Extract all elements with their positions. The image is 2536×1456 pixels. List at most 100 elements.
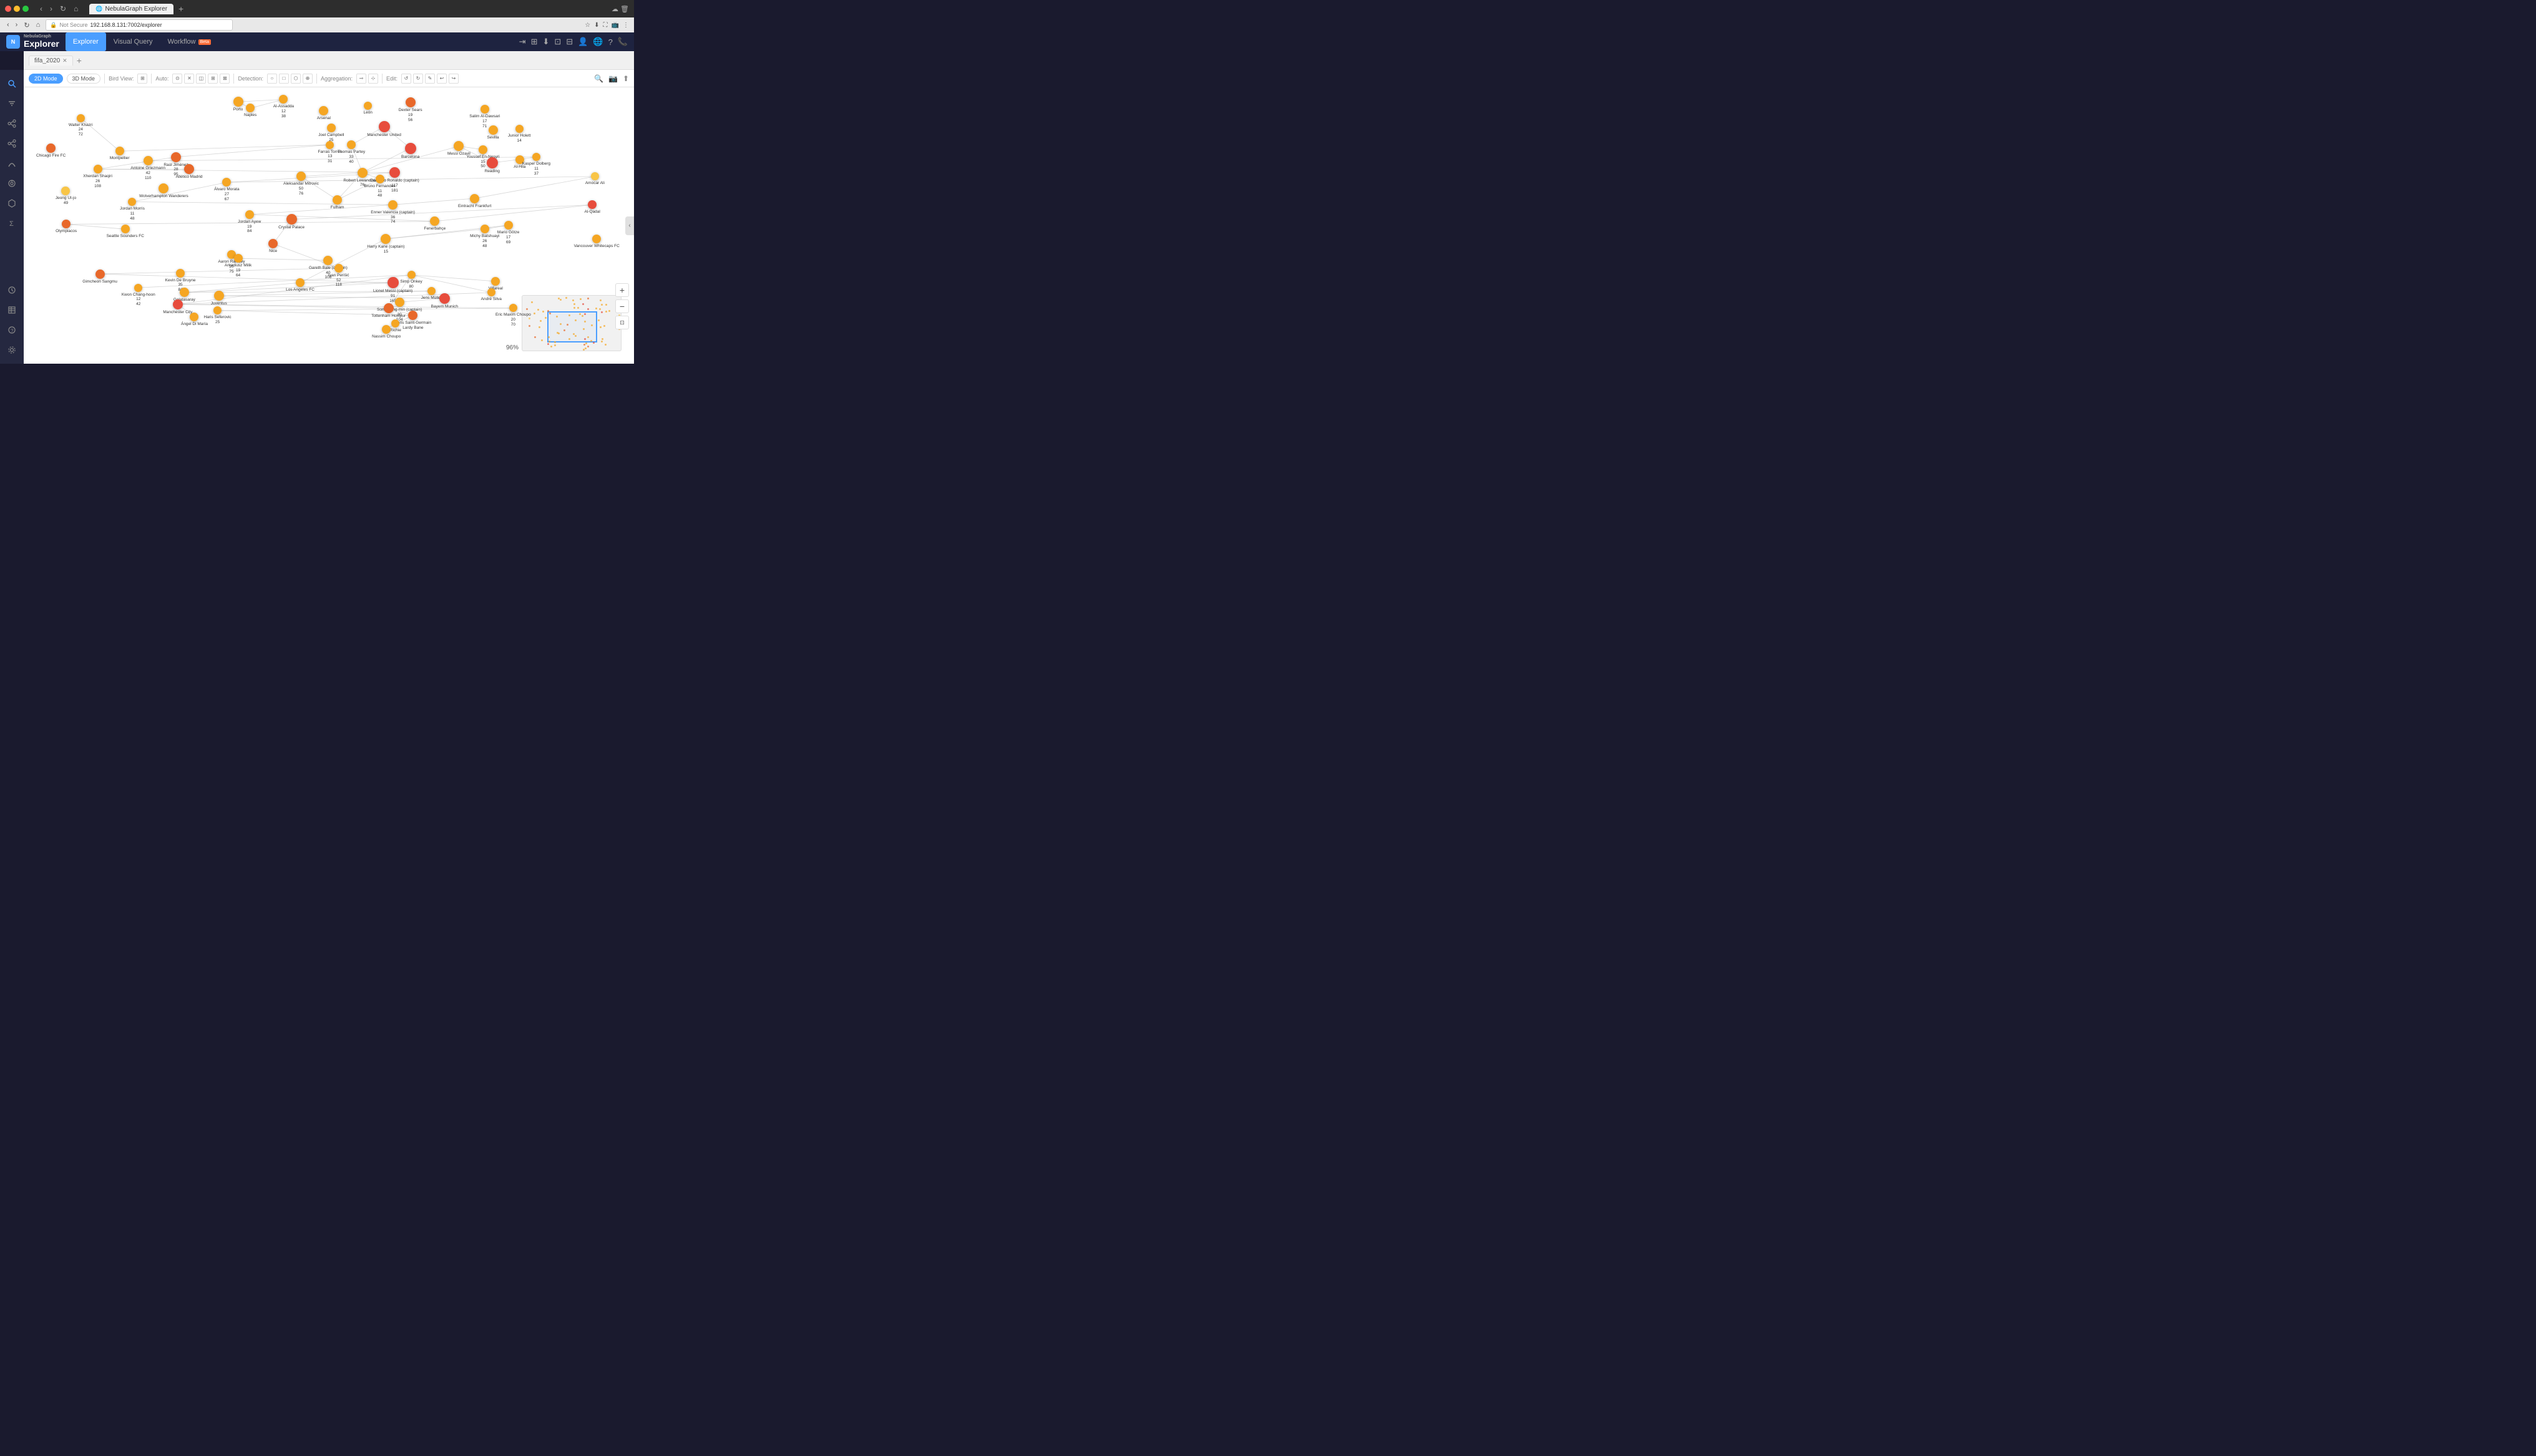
sidebar-item-help[interactable]: ?	[3, 321, 21, 339]
fullscreen-icon[interactable]: ⛶	[603, 22, 608, 29]
cast-icon[interactable]: 📺	[612, 22, 619, 29]
layout-icon[interactable]: ⊡	[554, 37, 561, 47]
bookmark-icon[interactable]: ☆	[585, 22, 590, 29]
auto-icon-1[interactable]: ⊙	[172, 74, 182, 84]
more-icon[interactable]: ⋮	[623, 22, 629, 29]
node-n65[interactable]	[439, 293, 450, 304]
search-graph-icon[interactable]: 🔍	[594, 74, 603, 83]
url-input[interactable]: 🔒 Not Secure 192.168.8.131:7002/explorer	[46, 19, 233, 31]
node-n24[interactable]	[171, 152, 181, 162]
node-n26[interactable]	[184, 164, 194, 174]
zoom-out-button[interactable]: −	[615, 299, 629, 313]
help-icon[interactable]: ?	[608, 37, 613, 47]
graph-tab[interactable]: fifa_2020 ✕	[29, 56, 73, 66]
node-n11[interactable]	[489, 125, 498, 135]
sidebar-item-table[interactable]	[3, 301, 21, 319]
node-n47[interactable]	[381, 234, 391, 244]
fullscreen-dot[interactable]	[22, 6, 29, 12]
node-n52[interactable]	[323, 256, 333, 265]
url-refresh[interactable]: ↻	[22, 21, 31, 30]
node-n29[interactable]	[376, 175, 384, 183]
globe-icon[interactable]: 🌐	[593, 37, 603, 47]
node-n31[interactable]	[591, 172, 599, 180]
node-n67[interactable]	[395, 298, 404, 307]
node-n8[interactable]	[480, 105, 489, 114]
node-n12[interactable]	[515, 125, 524, 133]
zoom-in-button[interactable]: +	[615, 283, 629, 297]
node-n35[interactable]	[333, 195, 342, 205]
node-n59[interactable]	[491, 277, 500, 286]
node-n63[interactable]	[487, 288, 495, 296]
node-n1[interactable]	[279, 95, 288, 104]
nav-workflow[interactable]: Workflow Beta	[160, 32, 218, 51]
sidebar-item-search[interactable]	[3, 75, 21, 92]
node-n56[interactable]	[296, 278, 305, 287]
sidebar-item-path[interactable]	[3, 155, 21, 172]
tab-close[interactable]: ✕	[62, 57, 67, 64]
schema-icon[interactable]: ⊞	[531, 37, 538, 47]
2d-mode-button[interactable]: 2D Mode	[29, 74, 63, 84]
node-n25[interactable]	[94, 165, 102, 173]
forward-button[interactable]: ›	[47, 3, 55, 14]
mini-map[interactable]	[522, 295, 622, 351]
node-n5[interactable]	[319, 106, 328, 115]
node-n2[interactable]	[77, 114, 85, 122]
node-n21[interactable]	[515, 155, 524, 164]
minimize-dot[interactable]	[14, 6, 20, 12]
nav-visual-query[interactable]: Visual Query	[106, 32, 160, 51]
node-n45[interactable]	[504, 221, 513, 230]
node-n53[interactable]	[334, 264, 343, 273]
detection-icon-3[interactable]: ⬡	[291, 74, 301, 84]
node-n28[interactable]	[358, 168, 368, 178]
node-n18[interactable]	[454, 141, 464, 151]
sidebar-item-algo[interactable]	[3, 175, 21, 192]
nav-explorer[interactable]: Explorer	[66, 32, 106, 51]
sidebar-item-settings[interactable]	[3, 341, 21, 359]
compare-icon[interactable]: ⊟	[566, 37, 573, 47]
node-n20[interactable]	[487, 157, 498, 168]
node-n70[interactable]	[190, 313, 198, 321]
node-n10[interactable]	[379, 121, 390, 132]
auto-icon-2[interactable]: ✕	[184, 74, 194, 84]
node-n19[interactable]	[479, 145, 487, 154]
sidebar-item-hexagon[interactable]	[3, 195, 21, 212]
zoom-fit-button[interactable]: ⊡	[615, 316, 629, 329]
node-n9[interactable]	[327, 124, 336, 132]
node-n6[interactable]	[364, 102, 372, 110]
node-n74[interactable]	[382, 325, 391, 334]
node-n43[interactable]	[62, 220, 71, 228]
graph-canvas[interactable]: 96% + − ⊡ ‹ Al-Assadda1238Walter Khazri2…	[24, 87, 634, 364]
node-n46[interactable]	[480, 225, 489, 233]
refresh-button[interactable]: ↻	[57, 3, 69, 14]
detection-icon-2[interactable]: □	[279, 74, 289, 84]
node-n41[interactable]	[286, 214, 297, 225]
add-tab-button[interactable]: +	[77, 56, 82, 66]
export-icon[interactable]: ⬇	[542, 37, 549, 47]
detection-icon-1[interactable]: ○	[267, 74, 277, 84]
auto-icon-3[interactable]: ◫	[196, 74, 206, 84]
node-n64[interactable]	[214, 291, 224, 301]
node-n27[interactable]	[389, 167, 400, 178]
sidebar-item-filter[interactable]	[3, 95, 21, 112]
bird-auto-icon[interactable]: ⊞	[137, 74, 147, 84]
agg-icon-1[interactable]: ⊸	[356, 74, 366, 84]
detection-icon-4[interactable]: ⊕	[303, 74, 313, 84]
3d-mode-button[interactable]: 3D Mode	[67, 74, 101, 84]
close-dot[interactable]	[5, 6, 11, 12]
download-icon[interactable]: ⬇	[594, 22, 599, 29]
sidebar-item-sigma[interactable]: Σ	[3, 215, 21, 232]
node-n15[interactable]	[326, 141, 334, 149]
sidebar-item-history[interactable]	[3, 281, 21, 299]
node-n61[interactable]	[180, 288, 189, 297]
camera-icon[interactable]: 📷	[608, 74, 618, 83]
node-n54[interactable]	[95, 269, 105, 279]
node-n42[interactable]	[430, 216, 439, 226]
node-n3[interactable]	[233, 97, 243, 107]
edit-icon-5[interactable]: ↪	[449, 74, 459, 84]
node-n39[interactable]	[588, 200, 597, 209]
node-n58[interactable]	[407, 271, 416, 279]
node-n55[interactable]	[176, 269, 185, 278]
node-n34[interactable]	[222, 178, 231, 187]
node-n16[interactable]	[347, 140, 356, 149]
phone-icon[interactable]: 📞	[618, 37, 628, 47]
